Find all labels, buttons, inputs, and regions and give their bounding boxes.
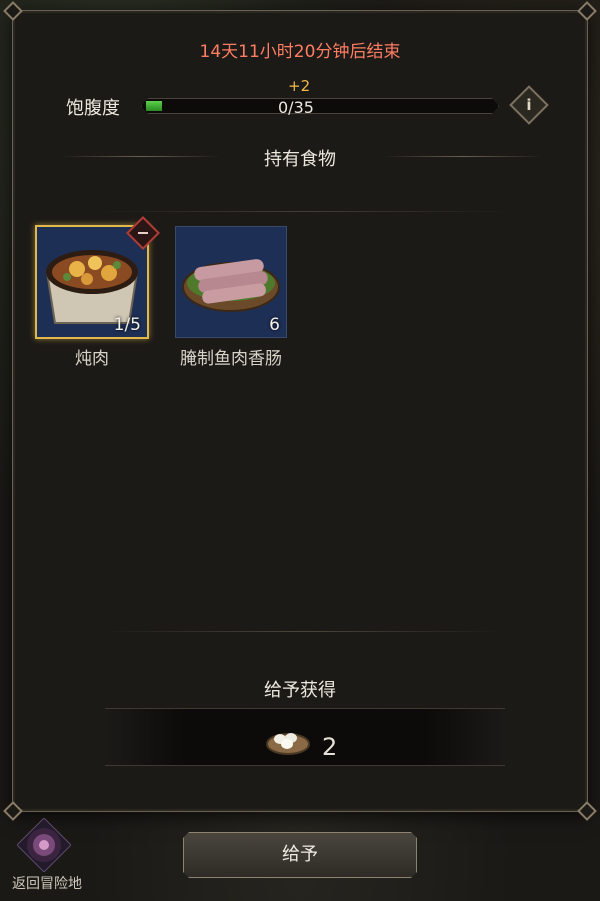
food-slot-stew[interactable]: 1/5 [35,225,149,339]
reward-count: 2 [322,733,338,761]
info-icon: i [526,96,532,114]
feed-panel: 14天11小时20分钟后结束 饱腹度 +2 0/35 i 持有食物 1/5 炖肉 [3,1,597,821]
food-name: 腌制鱼肉香肠 [180,349,282,369]
food-slot-sausage[interactable]: 6 [175,226,287,338]
satiety-gain: +2 [288,77,311,95]
satiety-label: 饱腹度 [66,98,120,119]
divider-reward [103,631,503,632]
food-count: 6 [269,315,280,335]
event-timer: 14天11小时20分钟后结束 [199,42,401,62]
return-adventure-label[interactable]: 返回冒险地 [12,873,82,893]
food-name: 炖肉 [75,349,109,369]
minus-icon [138,232,148,234]
portal-icon[interactable] [17,818,71,872]
info-button[interactable]: i [509,85,549,125]
satiety-bar-fill [146,101,162,111]
satiety-bar [141,98,499,114]
divider-under-title [93,211,513,212]
divider-right [383,156,543,157]
section-title: 持有食物 [264,149,336,170]
food-count: 1/5 [113,315,141,335]
satiety-value: 0/35 [278,98,314,117]
egg-nest-icon [266,733,310,755]
give-button[interactable]: 给予 [183,832,417,878]
reward-title: 给予获得 [264,680,336,701]
